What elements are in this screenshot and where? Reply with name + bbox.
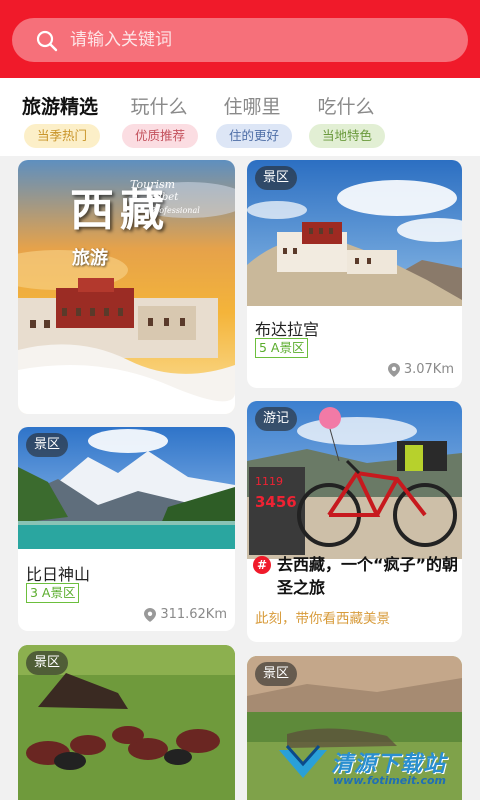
- category-tag: 景区: [255, 662, 298, 686]
- poster-title-small: 旅游: [72, 248, 108, 269]
- rating-level-badge: 3 A景区: [26, 583, 80, 603]
- card-potala-palace[interactable]: 景区 布达拉宫 5 A景区 3.07Km: [247, 160, 462, 388]
- search-bar[interactable]: [12, 18, 468, 62]
- distance-text: 311.62Km: [160, 607, 227, 622]
- tab-things-to-do[interactable]: 玩什么: [117, 92, 201, 119]
- pill-better-stay[interactable]: 住的更好: [216, 124, 292, 148]
- category-tag: 景区: [255, 166, 298, 190]
- poster-en-line3: Professional: [150, 206, 200, 215]
- header-bar: [0, 0, 480, 78]
- watermark-icon: [279, 745, 327, 778]
- card-biri-mountain[interactable]: 景区 比日神山 3 A景区 311.62Km: [18, 427, 235, 631]
- search-input[interactable]: [70, 18, 450, 62]
- card-travelog[interactable]: 1119 3456 游记 # 去西藏，一个“疯子”的朝圣之旅 此刻，带你看西藏美…: [247, 401, 462, 642]
- category-tag: 景区: [26, 651, 69, 675]
- category-tabs: 旅游精选 玩什么 住哪里 吃什么 当季热门 优质推荐 住的更好 当地特色: [0, 78, 480, 156]
- svg-text:1119: 1119: [255, 475, 283, 488]
- category-tag: 景区: [26, 433, 69, 457]
- card-plateau-plain[interactable]: 景区 清源下载站 www.fotimeit.com: [247, 656, 462, 800]
- watermark-url: www.fotimeit.com: [333, 774, 447, 787]
- sign-number: 3456: [255, 493, 297, 511]
- tab-where-to-stay[interactable]: 住哪里: [210, 92, 294, 119]
- rating-level-badge: 5 A景区: [255, 338, 309, 358]
- pill-seasonal-hot[interactable]: 当季热门: [24, 124, 100, 148]
- travelog-subtitle: 此刻，带你看西藏美景: [255, 611, 390, 627]
- pill-local-specialty[interactable]: 当地特色: [309, 124, 385, 148]
- pill-quality-picks[interactable]: 优质推荐: [122, 124, 198, 148]
- poster-en-line2: Tibet: [152, 192, 179, 203]
- distance-info: 3.07Km: [387, 362, 454, 377]
- watermark-logo: 清源下载站 www.fotimeit.com: [277, 740, 457, 787]
- hashtag-icon: #: [253, 556, 271, 574]
- card-tibet-promo[interactable]: 西藏 旅游 Tourism Tibet Professional: [18, 160, 235, 414]
- place-name: 布达拉宫: [255, 320, 320, 339]
- location-pin-icon: [387, 362, 400, 377]
- tab-what-to-eat[interactable]: 吃什么: [304, 92, 388, 119]
- tab-featured[interactable]: 旅游精选: [18, 92, 102, 119]
- category-tag: 游记: [255, 407, 298, 431]
- card-grassland-tent[interactable]: 景区: [18, 645, 235, 800]
- distance-text: 3.07Km: [403, 362, 454, 377]
- travelog-title: 去西藏，一个“疯子”的朝圣之旅: [277, 555, 459, 597]
- poster-en-line1: Tourism: [130, 178, 176, 191]
- place-name: 比日神山: [26, 565, 91, 584]
- distance-info: 311.62Km: [144, 607, 227, 622]
- search-icon: [36, 30, 58, 52]
- location-pin-icon: [144, 607, 157, 622]
